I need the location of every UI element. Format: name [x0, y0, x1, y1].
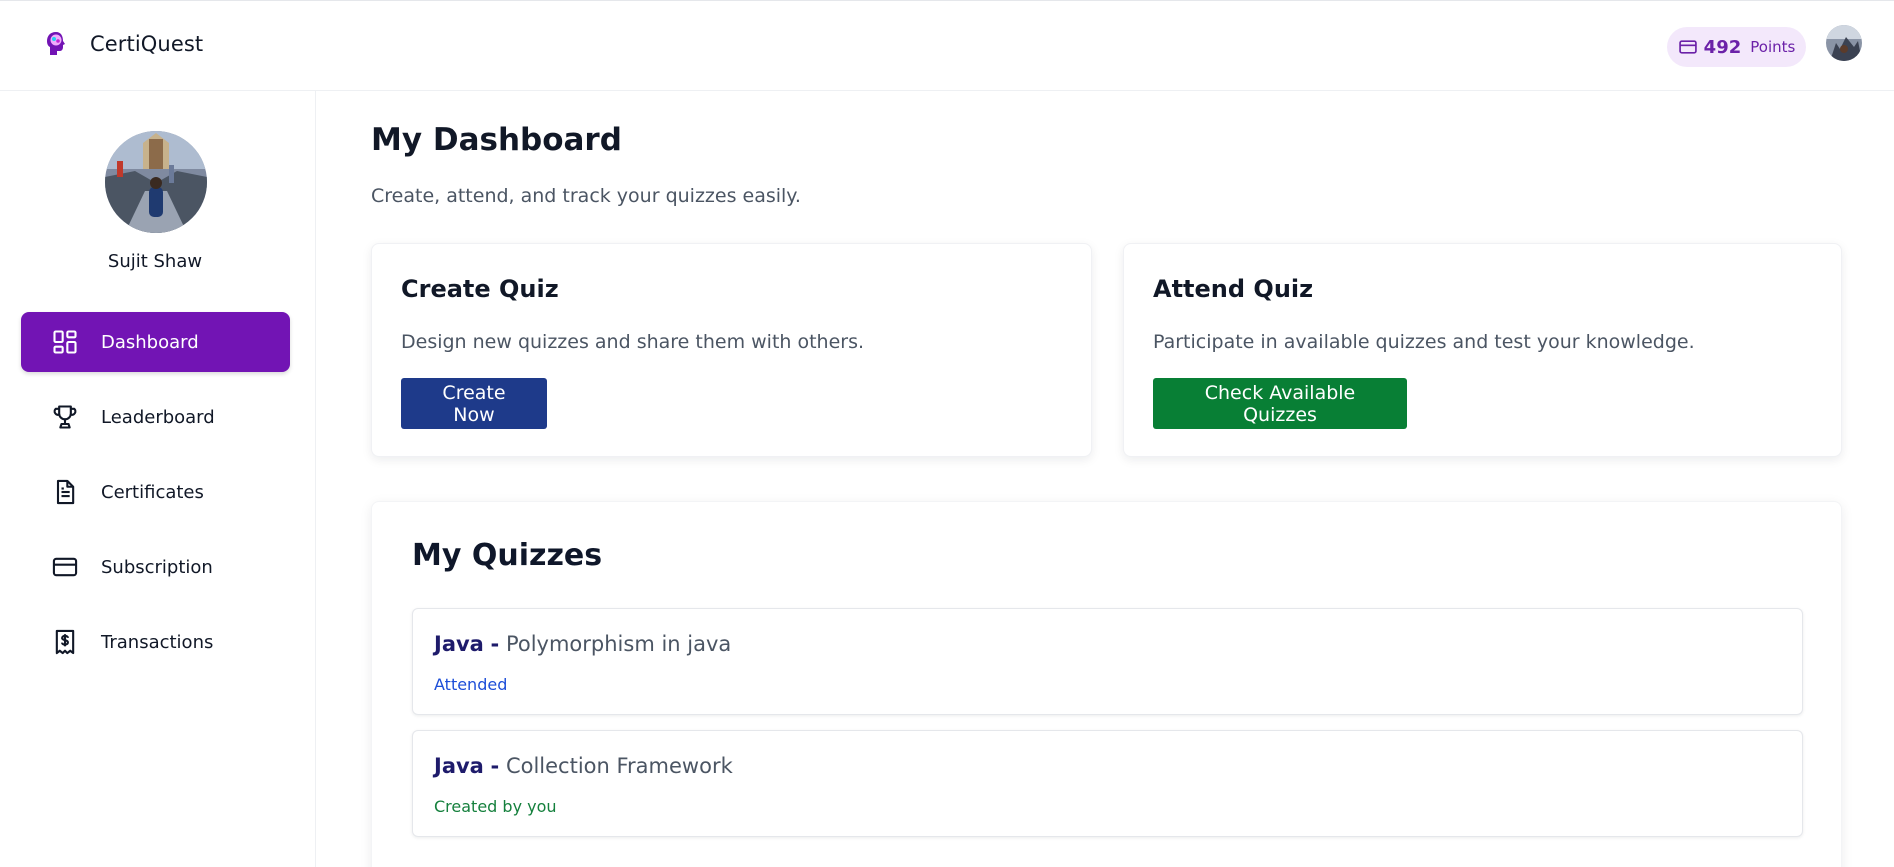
receipt-dollar-icon: [55, 629, 75, 655]
quiz-category: Java: [434, 632, 484, 656]
quiz-category: Java: [434, 754, 484, 778]
attend-quiz-title: Attend Quiz: [1153, 275, 1314, 303]
sidebar: Sujit Shaw Dashboard Leaderboard Certifi…: [0, 91, 316, 867]
quiz-name: Polymorphism in java: [505, 632, 732, 656]
brand-name: CertiQuest: [90, 32, 204, 56]
quiz-status: Created by you: [434, 797, 557, 816]
document-icon: [56, 479, 75, 505]
credit-card-icon: [1678, 40, 1697, 54]
sidebar-item-subscription[interactable]: Subscription: [21, 537, 290, 597]
top-bar: CertiQuest 492 Points: [0, 0, 1894, 91]
quiz-separator: -: [490, 632, 500, 656]
my-quizzes-panel: My Quizzes Java - Polymorphism in java A…: [371, 501, 1842, 867]
quiz-heading: Java - Polymorphism in java: [434, 632, 731, 656]
brain-head-logo-icon: [47, 32, 65, 55]
sidebar-item-transactions[interactable]: Transactions: [21, 612, 290, 672]
sidebar-item-label: Dashboard: [101, 331, 199, 353]
points-badge[interactable]: 492 Points: [1667, 27, 1806, 67]
profile-avatar[interactable]: [105, 131, 207, 233]
sidebar-item-leaderboard[interactable]: Leaderboard: [21, 387, 290, 447]
quiz-list-item[interactable]: Java - Polymorphism in java Attended: [412, 608, 1803, 715]
points-value: 492: [1703, 36, 1742, 58]
user-avatar[interactable]: [1826, 25, 1862, 61]
sidebar-item-label: Leaderboard: [101, 406, 215, 428]
create-quiz-card: Create Quiz Design new quizzes and share…: [371, 243, 1092, 457]
attend-quiz-card: Attend Quiz Participate in available qui…: [1123, 243, 1842, 457]
attend-quiz-description: Participate in available quizzes and tes…: [1153, 331, 1695, 353]
trophy-icon: [53, 405, 77, 429]
my-quizzes-title: My Quizzes: [412, 538, 603, 573]
create-now-button[interactable]: Create Now: [401, 378, 547, 429]
points-label: Points: [1750, 38, 1796, 56]
quiz-heading: Java - Collection Framework: [434, 754, 733, 778]
dashboard-grid-icon: [53, 330, 77, 354]
credit-card-icon: [52, 557, 78, 577]
profile-name: Sujit Shaw: [107, 251, 203, 272]
check-available-quizzes-button[interactable]: Check Available Quizzes: [1153, 378, 1407, 429]
quiz-status: Attended: [434, 675, 508, 694]
sidebar-item-label: Subscription: [101, 556, 213, 578]
sidebar-item-label: Certificates: [101, 481, 204, 503]
quiz-list-item[interactable]: Java - Collection Framework Created by y…: [412, 730, 1803, 837]
page-title: My Dashboard: [371, 122, 622, 158]
brand[interactable]: CertiQuest: [44, 29, 203, 59]
quiz-separator: -: [490, 754, 500, 778]
page-subtitle: Create, attend, and track your quizzes e…: [371, 185, 801, 207]
quiz-name: Collection Framework: [505, 754, 733, 778]
create-quiz-title: Create Quiz: [401, 275, 559, 303]
create-quiz-description: Design new quizzes and share them with o…: [401, 331, 865, 353]
sidebar-item-dashboard[interactable]: Dashboard: [21, 312, 290, 372]
sidebar-item-certificates[interactable]: Certificates: [21, 462, 290, 522]
sidebar-item-label: Transactions: [101, 631, 214, 653]
